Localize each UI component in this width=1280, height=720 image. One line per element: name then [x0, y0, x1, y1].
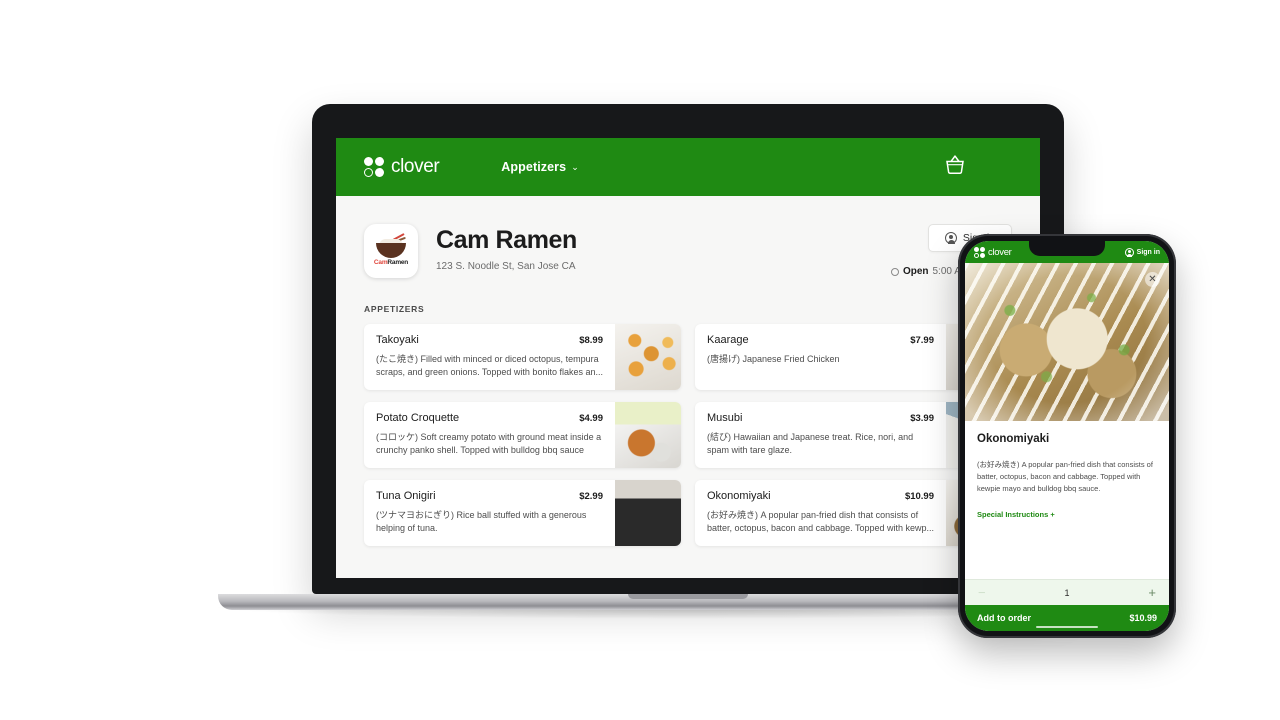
phone-clover-logo[interactable]: clover — [974, 246, 1012, 258]
menu-item-text: Kaarage $7.99 (唐揚げ) Japanese Fried Chick… — [695, 324, 946, 390]
add-to-order-button[interactable]: Add to order $10.99 — [965, 605, 1169, 631]
nav-category-label: Appetizers — [501, 160, 567, 174]
menu-item-name: Tuna Onigiri — [376, 490, 436, 502]
phone-item-detail: Okonomiyaki (お好み焼き) A popular pan-fried … — [965, 421, 1169, 579]
menu-item-name: Potato Croquette — [376, 412, 460, 424]
quantity-decrement-button[interactable]: − — [978, 585, 986, 600]
menu-grid: Takoyaki $8.99 (たこ焼き) Filled with minced… — [336, 324, 1040, 546]
menu-item-description: (結び) Hawaiian and Japanese treat. Rice, … — [707, 432, 914, 456]
menu-item-text: Tuna Onigiri $2.99 (ツナマヨおにぎり) Rice ball … — [364, 480, 615, 546]
person-circle-icon — [944, 232, 957, 244]
menu-item-name: Musubi — [707, 412, 743, 424]
clover-logo-icon — [974, 246, 985, 258]
store-logo-text-primary: Cam — [373, 259, 388, 266]
store-address: 123 S. Noodle St, San Jose CA — [436, 261, 576, 272]
phone-screen: clover Sign in ✕ Okonomiyaki (お好み焼き) A p… — [965, 241, 1169, 631]
add-to-order-label: Add to order — [977, 613, 1031, 623]
quantity-stepper[interactable]: − 1 + — [965, 579, 1169, 605]
nav-category-appetizers[interactable]: Appetizers ⌄ — [501, 160, 579, 174]
chevron-down-icon: ⌄ — [571, 161, 579, 172]
home-indicator — [1036, 625, 1098, 628]
onigiri-photo — [615, 480, 681, 546]
store-logo: CamRamen — [364, 224, 418, 278]
menu-item-description: (唐揚げ) Japanese Fried Chicken — [707, 354, 840, 364]
menu-item-description: (お好み焼き) A popular pan-fried dish that co… — [707, 510, 934, 534]
phone-sign-in-label: Sign in — [1136, 248, 1160, 256]
menu-item-text: Musubi $3.99 (結び) Hawaiian and Japanese … — [695, 402, 946, 468]
page-title: Cam Ramen — [436, 226, 577, 254]
menu-item-description: (たこ焼き) Filled with minced or diced octop… — [376, 354, 603, 378]
menu-item-price: $10.99 — [904, 491, 934, 502]
menu-item-name: Kaarage — [707, 334, 749, 346]
store-logo-text-secondary: Ramen — [387, 259, 409, 266]
clover-logo[interactable]: clover — [364, 156, 440, 178]
menu-item-card[interactable]: Takoyaki $8.99 (たこ焼き) Filled with minced… — [364, 324, 681, 390]
menu-item-price: $3.99 — [910, 413, 934, 424]
store-status-badge: Open — [902, 266, 929, 277]
ramen-bowl-icon — [374, 233, 408, 258]
laptop-lid: clover Appetizers ⌄ CamRamen Cam Ramen 1… — [312, 104, 1064, 594]
menu-item-card[interactable]: Tuna Onigiri $2.99 (ツナマヨおにぎり) Rice ball … — [364, 480, 681, 546]
laptop-screen: clover Appetizers ⌄ CamRamen Cam Ramen 1… — [336, 138, 1040, 578]
clover-logo-icon — [364, 157, 384, 177]
clock-icon — [890, 267, 899, 276]
menu-item-description: (コロッケ) Soft creamy potato with ground me… — [376, 432, 602, 456]
phone-clover-wordmark: clover — [988, 246, 1012, 258]
menu-item-name: Takoyaki — [376, 334, 419, 346]
phone-item-title: Okonomiyaki — [977, 433, 1050, 445]
menu-item-description: (ツナマヨおにぎり) Rice ball stuffed with a gene… — [376, 510, 587, 534]
screenshot-stage: clover Appetizers ⌄ CamRamen Cam Ramen 1… — [0, 0, 1280, 720]
menu-item-text: Potato Croquette $4.99 (コロッケ) Soft cream… — [364, 402, 615, 468]
phone-notch — [1029, 241, 1105, 256]
menu-item-price: $2.99 — [579, 491, 603, 502]
store-page-body: CamRamen Cam Ramen 123 S. Noodle St, San… — [336, 196, 1040, 578]
menu-item-text: Okonomiyaki $10.99 (お好み焼き) A popular pan… — [695, 480, 946, 546]
menu-item-price: $8.99 — [579, 335, 603, 346]
laptop-device-mockup: clover Appetizers ⌄ CamRamen Cam Ramen 1… — [208, 104, 1168, 619]
close-icon[interactable]: ✕ — [1145, 272, 1160, 287]
menu-item-card[interactable]: Potato Croquette $4.99 (コロッケ) Soft cream… — [364, 402, 681, 468]
clover-wordmark: clover — [391, 156, 440, 177]
quantity-increment-button[interactable]: + — [1148, 585, 1156, 600]
okonomiyaki-photo: ✕ — [965, 263, 1169, 421]
cart-basket-button[interactable] — [944, 155, 966, 180]
phone-frame: clover Sign in ✕ Okonomiyaki (お好み焼き) A p… — [958, 234, 1176, 638]
store-logo-text: CamRamen — [374, 259, 408, 266]
add-to-order-price: $10.99 — [1129, 613, 1157, 623]
site-top-nav: clover Appetizers ⌄ — [336, 138, 1040, 196]
menu-item-text: Takoyaki $8.99 (たこ焼き) Filled with minced… — [364, 324, 615, 390]
basket-icon — [946, 155, 964, 175]
menu-item-price: $7.99 — [910, 335, 934, 346]
menu-section-label: APPETIZERS — [364, 304, 425, 314]
phone-sign-in-button[interactable]: Sign in — [1124, 247, 1160, 257]
menu-item-price: $4.99 — [579, 413, 603, 424]
takoyaki-photo — [615, 324, 681, 390]
croquette-photo — [615, 402, 681, 468]
phone-device-mockup: clover Sign in ✕ Okonomiyaki (お好み焼き) A p… — [958, 234, 1176, 638]
phone-item-description: (お好み焼き) A popular pan-fried dish that co… — [977, 460, 1153, 494]
person-circle-icon — [1124, 247, 1134, 257]
menu-item-name: Okonomiyaki — [707, 490, 771, 502]
store-meta: Cam Ramen 123 S. Noodle St, San Jose CA — [436, 224, 577, 272]
store-header: CamRamen Cam Ramen 123 S. Noodle St, San… — [336, 224, 1040, 278]
quantity-value: 1 — [1064, 587, 1070, 598]
special-instructions-toggle[interactable]: Special Instructions + — [977, 510, 1157, 519]
